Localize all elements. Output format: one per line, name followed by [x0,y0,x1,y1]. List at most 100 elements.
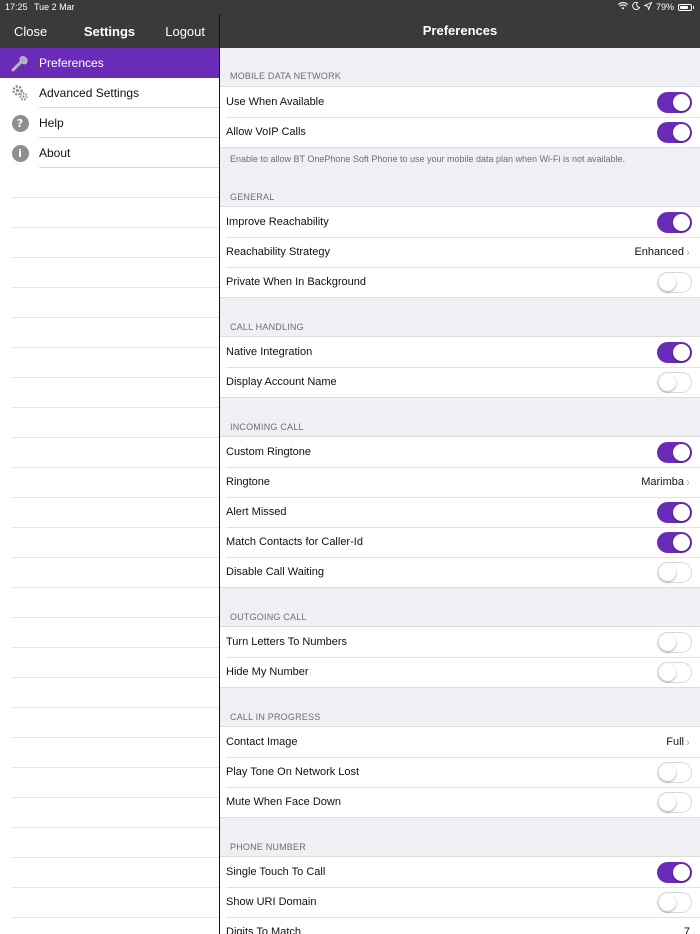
toggle-switch[interactable] [657,531,692,553]
settings-group: Contact Image Full › Play Tone On Network L… [220,726,700,818]
empty-row [12,168,219,198]
toggle-knob [659,563,676,581]
toggle-switch[interactable] [657,761,692,783]
setting-label: Disable Call Waiting [226,566,325,578]
empty-row [12,888,219,918]
toggle-switch[interactable] [657,121,692,143]
moon-icon [632,0,641,14]
battery-percent: 79% [655,2,674,12]
toggle-switch[interactable] [657,861,692,883]
toggle-switch[interactable] [657,341,692,363]
section-header: GENERAL [230,192,275,202]
toggle-switch[interactable] [657,791,692,813]
setting-label: Alert Missed [226,506,287,518]
help-icon: ? [11,114,29,132]
toggle-switch[interactable] [657,631,692,653]
settings-group: Single Touch To Call Show URI Domain Digit… [220,856,700,934]
setting-label: Show URI Domain [226,896,317,908]
setting-row-ringtone[interactable]: Ringtone Marimba › [220,467,700,497]
battery-icon [678,3,694,11]
toggle-switch[interactable] [657,271,692,293]
sidebar-item-label: Advanced Settings [39,86,140,100]
setting-label: Digits To Match [226,926,301,934]
sidebar-item-about[interactable]: i About [0,138,219,168]
setting-value: Marimba [641,476,684,488]
setting-row-disable-call-waiting: Disable Call Waiting [220,557,700,587]
status-time: 17:25 [5,2,28,12]
setting-label: Match Contacts for Caller-Id [226,536,363,548]
sidebar-item-label: Help [39,116,64,130]
section-header: OUTGOING CALL [230,612,307,622]
empty-row [12,408,219,438]
settings-group: Custom Ringtone Ringtone Marimba › Alert Mis… [220,436,700,588]
toggle-switch[interactable] [657,91,692,113]
toggle-switch[interactable] [657,561,692,583]
toggle-knob [659,373,676,391]
toggle-knob [659,893,676,911]
setting-label: Private When In Background [226,276,367,288]
empty-row [12,378,219,408]
toggle-switch[interactable] [657,371,692,393]
empty-row [12,198,219,228]
toggle-switch[interactable] [657,661,692,683]
wifi-icon [617,0,629,14]
toggle-knob [673,443,690,461]
status-indicators: 79% [617,0,694,14]
setting-label: Single Touch To Call [226,866,326,878]
setting-row-show-uri-domain: Show URI Domain [220,887,700,917]
settings-group: Use When Available Allow VoIP Calls [220,86,700,148]
setting-row-contact-image[interactable]: Contact Image Full › [220,727,700,757]
setting-label: Contact Image [226,736,298,748]
setting-label: Ringtone [226,476,271,488]
sidebar-item-preferences[interactable]: Preferences [0,48,219,78]
setting-label: Play Tone On Network Lost [226,766,360,778]
sidebar-item-help[interactable]: ? Help [0,108,219,138]
empty-row [12,918,219,934]
setting-label: Reachability Strategy [226,246,330,258]
toggle-knob [673,533,690,551]
setting-row-alert-missed: Alert Missed [220,497,700,527]
empty-row [12,228,219,258]
status-date: Tue 2 Mar [34,2,75,12]
toggle-switch[interactable] [657,891,692,913]
toggle-switch[interactable] [657,211,692,233]
toggle-knob [673,503,690,521]
sidebar-item-label: Preferences [39,56,104,70]
empty-row [12,348,219,378]
empty-row [12,708,219,738]
location-icon [643,0,653,14]
empty-row [12,558,219,588]
setting-row-mute-when-face-down: Mute When Face Down [220,787,700,817]
settings-group: Native Integration Display Account Name [220,336,700,398]
setting-row-turn-letters-to-numbers: Turn Letters To Numbers [220,627,700,657]
empty-row [12,318,219,348]
setting-row-native-integration: Native Integration [220,337,700,367]
empty-row [12,588,219,618]
section-header: CALL HANDLING [230,322,304,332]
setting-row-reachability-strategy[interactable]: Reachability Strategy Enhanced › [220,237,700,267]
setting-row-match-contacts-for-caller-id: Match Contacts for Caller-Id [220,527,700,557]
setting-label: Turn Letters To Numbers [226,636,348,648]
setting-row-play-tone-on-network-lost: Play Tone On Network Lost [220,757,700,787]
setting-row-custom-ringtone: Custom Ringtone [220,437,700,467]
empty-row [12,258,219,288]
empty-row [12,498,219,528]
toggle-knob [659,633,676,651]
toggle-switch[interactable] [657,501,692,523]
setting-row-display-account-name: Display Account Name [220,367,700,397]
empty-list-rows [0,168,219,934]
toggle-switch[interactable] [657,441,692,463]
empty-row [12,798,219,828]
settings-group: Turn Letters To Numbers Hide My Number [220,626,700,688]
section-footer: Enable to allow BT OnePhone Soft Phone t… [230,154,626,164]
toggle-knob [673,93,690,111]
preferences-list: MOBILE DATA NETWORK Use When Available All… [220,48,700,934]
chevron-right-icon: › [686,475,690,489]
empty-row [12,468,219,498]
setting-value: Full [666,736,684,748]
setting-label: Native Integration [226,346,313,358]
toggle-knob [673,863,690,881]
logout-button[interactable]: Logout [165,24,205,39]
sidebar-item-advanced-settings[interactable]: Advanced Settings [0,78,219,108]
toggle-knob [673,123,690,141]
